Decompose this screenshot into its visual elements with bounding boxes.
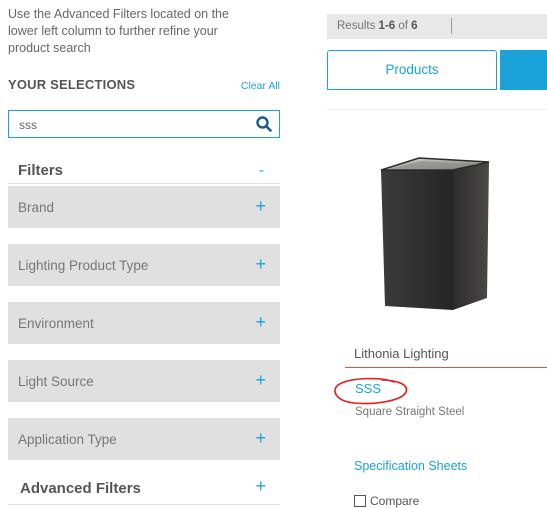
expand-plus-icon[interactable]: + [255,428,266,449]
compare-label: Compare [370,494,420,508]
filters-header[interactable]: Filters - [8,158,280,184]
results-count: Results 1-6 of 6 [337,20,418,32]
advanced-filters-label: Advanced Filters [20,480,141,497]
tab-products[interactable]: Products [327,50,497,90]
filter-label: Brand [18,200,55,215]
filter-label: Light Source [18,374,94,389]
expand-plus-icon[interactable]: + [255,254,266,275]
filter-environment[interactable]: Environment + [8,302,280,344]
product-image[interactable] [367,148,499,318]
selections-header: YOUR SELECTIONS Clear All [8,77,280,95]
search-input[interactable]: sss [8,110,280,138]
intro-line: lower left column to further refine your [8,24,218,38]
intro-line: Use the Advanced Filters located on the [8,7,229,21]
results-divider [451,18,452,34]
checkbox-icon[interactable] [354,495,366,507]
expand-plus-icon[interactable]: + [255,196,266,217]
search-icon[interactable] [255,115,273,133]
selections-title: YOUR SELECTIONS [8,77,136,92]
filter-brand[interactable]: Brand + [8,186,280,228]
filters-title: Filters [18,162,64,179]
product-description: Square Straight Steel [355,406,465,418]
sidebar-intro-text: Use the Advanced Filters located on the … [8,6,280,57]
expand-plus-icon[interactable]: + [255,370,266,391]
search-input-value: sss [19,118,37,132]
filter-application-type[interactable]: Application Type + [8,418,280,460]
filter-label: Environment [18,316,94,331]
filter-lighting-product-type[interactable]: Lighting Product Type + [8,244,280,286]
advanced-filters-toggle[interactable]: Advanced Filters + [8,475,280,505]
divider [327,109,547,110]
expand-plus-icon[interactable]: + [255,476,266,497]
filters-collapse-toggle[interactable]: - [259,162,264,179]
intro-line: product search [8,41,91,55]
tab-secondary[interactable] [500,50,547,90]
product-brand: Lithonia Lighting [354,346,449,361]
filter-label: Application Type [18,432,117,447]
filter-label: Lighting Product Type [18,258,149,273]
results-summary-bar: Results 1-6 of 6 [327,14,547,39]
clear-all-link[interactable]: Clear All [241,80,280,92]
tab-products-label: Products [385,62,439,77]
brand-underline [345,367,547,368]
filter-light-source[interactable]: Light Source + [8,360,280,402]
annotation-circle [334,377,408,405]
specification-sheets-link[interactable]: Specification Sheets [354,459,467,473]
expand-plus-icon[interactable]: + [255,312,266,333]
